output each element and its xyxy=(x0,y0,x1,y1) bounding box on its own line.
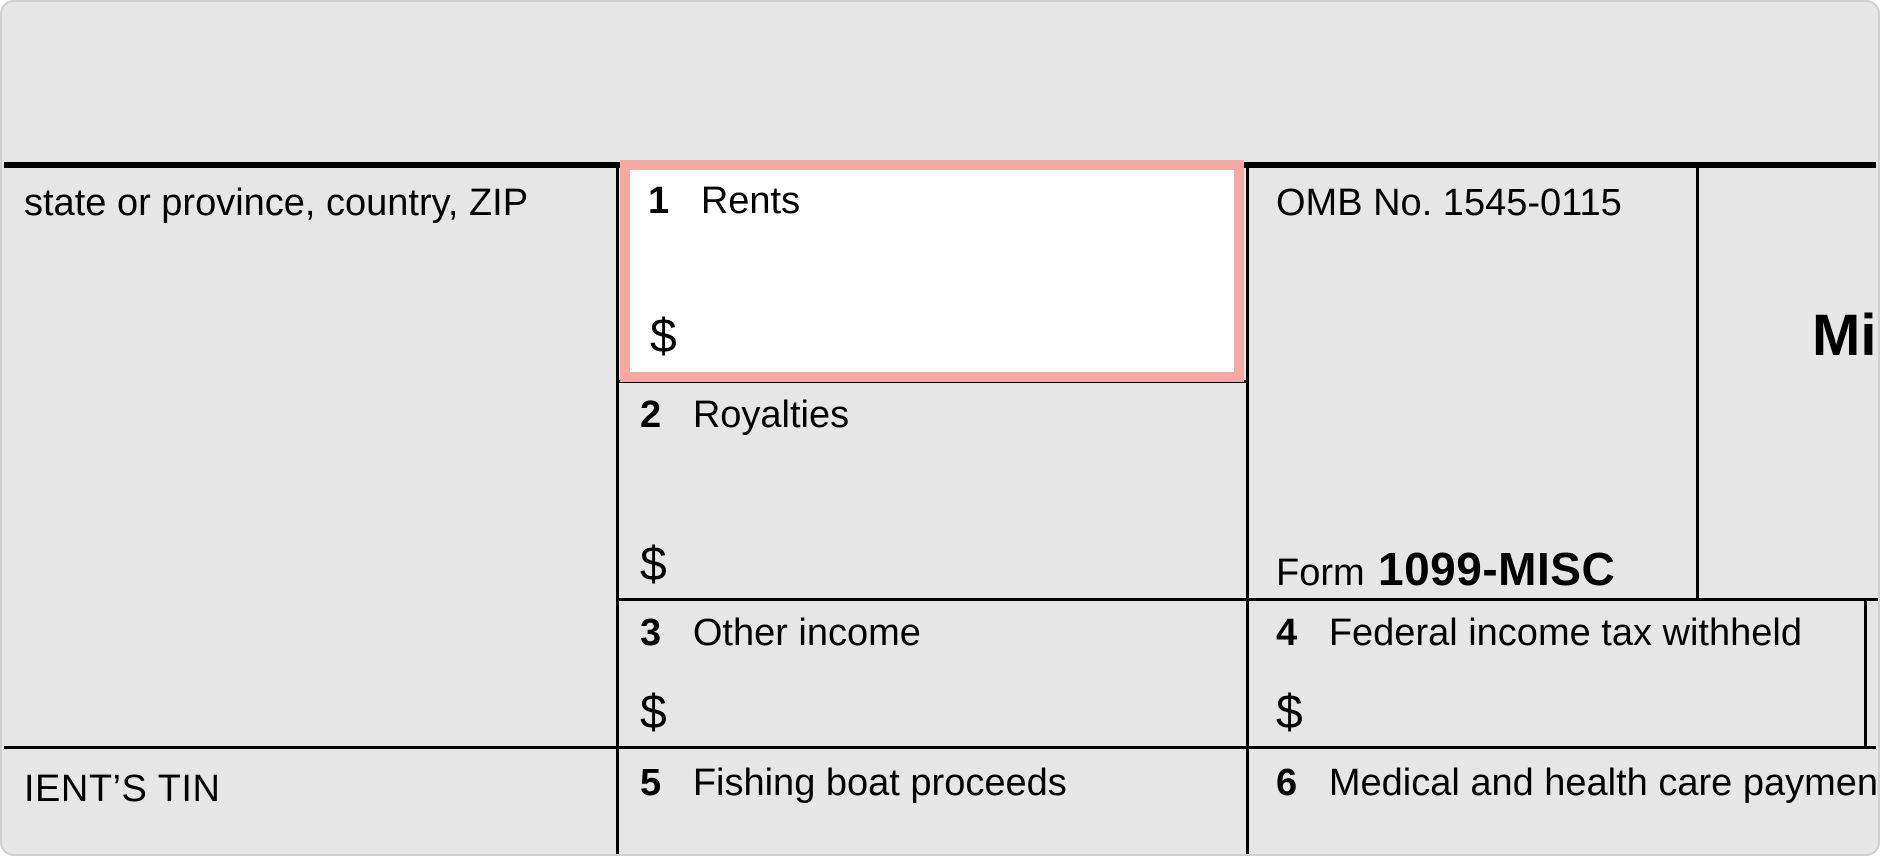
box-6-text: Medical and health care payments xyxy=(1329,762,1880,804)
box-3-label: 3 Other income xyxy=(640,612,1224,655)
box-2-label: 2 Royalties xyxy=(640,394,1224,437)
form-title-fragment: Mis xyxy=(1792,292,1880,379)
box-2-currency: $ xyxy=(640,537,667,592)
rule-vertical-f xyxy=(1864,598,1867,746)
box-4-text: Federal income tax withheld xyxy=(1329,612,1802,654)
payer-address-fragment: state or province, country, ZIP xyxy=(4,172,614,235)
box-6-medical[interactable]: 6 Medical and health care payments xyxy=(1256,752,1876,852)
payer-address-text: state or province, country, ZIP xyxy=(24,182,528,224)
omb-number-cell: OMB No. 1545-0115 xyxy=(1256,172,1696,235)
form-number-cell: Form 1099-MISC xyxy=(1256,532,1635,606)
box-5-num: 5 xyxy=(640,762,661,804)
box-1-rents-highlight[interactable]: 1 Rents $ xyxy=(620,160,1244,382)
box-3-other-income[interactable]: 3 Other income $ xyxy=(620,602,1244,746)
box-2-num: 2 xyxy=(640,394,661,436)
box-4-label: 4 Federal income tax withheld xyxy=(1276,612,1842,655)
box-5-label: 5 Fishing boat proceeds xyxy=(640,762,1224,805)
box-6-num: 6 xyxy=(1276,762,1297,804)
rule-h3 xyxy=(4,746,1876,749)
recipient-tin-fragment: IENT’S TIN xyxy=(4,758,614,821)
form-title-text: Mis xyxy=(1812,303,1880,368)
rule-vertical-c xyxy=(1696,162,1699,598)
box-3-currency: $ xyxy=(640,685,667,740)
rule-h2 xyxy=(616,598,1878,601)
box-3-num: 3 xyxy=(640,612,661,654)
form-word: Form xyxy=(1276,552,1365,594)
box-4-num: 4 xyxy=(1276,612,1297,654)
omb-number-text: OMB No. 1545-0115 xyxy=(1276,182,1622,224)
form-code: 1099-MISC xyxy=(1378,543,1615,595)
form-1099-misc-crop: { "payer_address_fragment": "state or pr… xyxy=(0,0,1880,856)
box-1-num: 1 xyxy=(648,180,669,222)
box-1-text: Rents xyxy=(701,180,800,222)
box-5-text: Fishing boat proceeds xyxy=(693,762,1067,804)
box-4-fed-tax-withheld[interactable]: 4 Federal income tax withheld $ xyxy=(1256,602,1862,746)
recipient-tin-text: IENT’S TIN xyxy=(24,768,220,810)
box-1-label: 1 Rents xyxy=(648,180,1216,223)
box-1-currency: $ xyxy=(650,309,677,364)
box-5-fishing-boat[interactable]: 5 Fishing boat proceeds xyxy=(620,752,1244,852)
box-2-text: Royalties xyxy=(693,394,849,436)
rule-vertical-a xyxy=(616,162,619,856)
box-2-royalties[interactable]: 2 Royalties $ xyxy=(620,384,1244,598)
box-6-label: 6 Medical and health care payments xyxy=(1276,762,1856,805)
rule-vertical-b xyxy=(1246,162,1249,856)
box-4-currency: $ xyxy=(1276,685,1303,740)
box-3-text: Other income xyxy=(693,612,921,654)
